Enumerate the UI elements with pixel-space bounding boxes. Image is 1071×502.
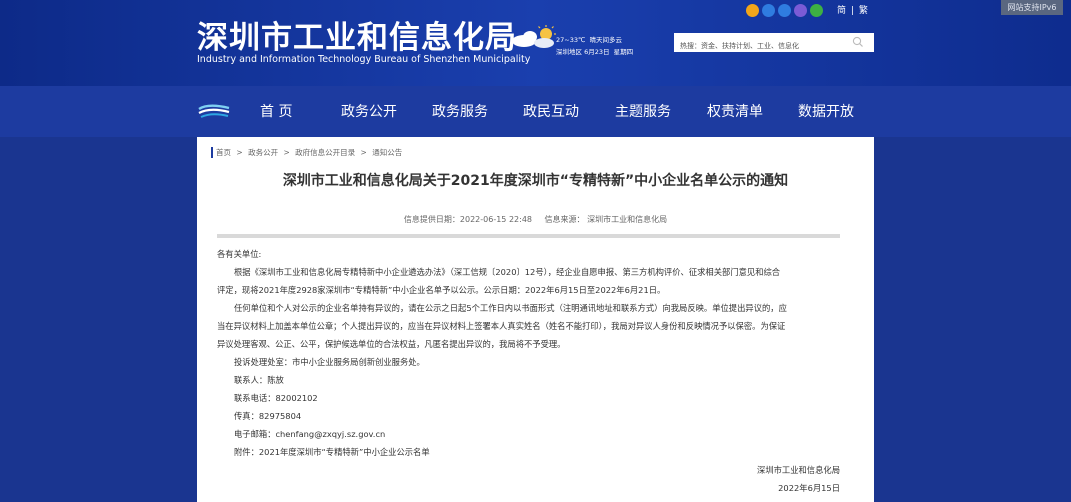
contact-fax: 传真：82975804 bbox=[234, 411, 302, 421]
search-box bbox=[674, 33, 874, 56]
lang-simplified[interactable]: 简 bbox=[837, 6, 846, 16]
divider bbox=[217, 234, 840, 238]
breadcrumb-separator: > bbox=[236, 148, 243, 157]
nav-interaction[interactable]: 政民互动 bbox=[523, 101, 579, 121]
language-switch: 简 | 繁 bbox=[836, 3, 869, 16]
lang-traditional[interactable]: 繁 bbox=[859, 6, 868, 16]
weibo-icon[interactable] bbox=[762, 3, 775, 17]
nav-power-list[interactable]: 权责清单 bbox=[707, 101, 763, 121]
nav-home[interactable]: 首 页 bbox=[260, 101, 292, 121]
signer: 深圳市工业和信息化局 bbox=[757, 465, 840, 475]
article-meta: 信息提供日期：2022-06-15 22:48 信息来源： 深圳市工业和信息化局 bbox=[197, 214, 874, 225]
weather-temp: 27~33℃ 晴天间多云 bbox=[556, 36, 622, 44]
article-title: 深圳市工业和信息化局关于2021年度深圳市“专精特新”中小企业名单公示的通知 bbox=[282, 173, 789, 189]
main-nav: 首 页 政务公开 政务服务 政民互动 主题服务 权责清单 数据开放 bbox=[0, 86, 1071, 137]
weather-date: 深圳地区 6月23日 星期四 bbox=[556, 48, 634, 56]
sign-date: 2022年6月15日 bbox=[778, 483, 840, 493]
wechat-icon[interactable] bbox=[810, 3, 823, 17]
article-date: 信息提供日期：2022-06-15 22:48 bbox=[403, 215, 532, 224]
mobile-icon[interactable] bbox=[794, 3, 807, 17]
paragraph-line: 任何单位和个人对公示的企业名单持有异议的，请在公示之日起5个工作日内以书面形式（… bbox=[234, 303, 787, 313]
accessibility-icon[interactable] bbox=[746, 3, 759, 17]
breadcrumb: 首页 > 政务公开 > 政府信息公开目录 > 通知公告 bbox=[211, 147, 405, 158]
nav-gov-affairs-open[interactable]: 政务公开 bbox=[341, 101, 397, 121]
nav-theme-services[interactable]: 主题服务 bbox=[615, 101, 671, 121]
lang-separator: | bbox=[850, 6, 854, 16]
nav-gov-services[interactable]: 政务服务 bbox=[432, 101, 488, 121]
search-input[interactable] bbox=[674, 36, 844, 56]
paragraph-line: 评定，现将2021年度2928家深圳市“专精特新”中小企业名单予以公示。公示日期… bbox=[217, 285, 666, 295]
attachment-link[interactable]: 附件：2021年度深圳市“专精特新”中小企业公示名单 bbox=[217, 443, 842, 461]
breadcrumb-home[interactable]: 首页 bbox=[216, 148, 231, 157]
article-body: 各有关单位: 根据《深圳市工业和信息化局专精特新中小企业遴选办法》（深工信规〔2… bbox=[217, 245, 842, 497]
breadcrumb-separator: > bbox=[283, 148, 290, 157]
site-title[interactable]: 深圳市工业和信息化局 bbox=[197, 12, 517, 57]
contact-phone: 联系电话：82002102 bbox=[234, 393, 318, 403]
complaint-office: 投诉处理处室：市中小企业服务局创新创业服务处。 bbox=[234, 357, 425, 367]
salutation: 各有关单位: bbox=[217, 249, 262, 259]
paragraph-line: 异议处理客观、公正、公平，保护候选单位的合法权益，凡匿名提出异议的，我局将不予受… bbox=[217, 339, 566, 349]
weather-icon bbox=[512, 25, 556, 48]
mail-icon[interactable] bbox=[778, 3, 791, 17]
search-icon[interactable] bbox=[852, 36, 864, 48]
contact-email: 电子邮箱：chenfang@zxqyj.sz.gov.cn bbox=[234, 429, 386, 439]
ipv6-badge: 网站支持IPv6 bbox=[1001, 0, 1063, 15]
article-source: 信息来源： 深圳市工业和信息化局 bbox=[544, 215, 668, 224]
breadcrumb-notices[interactable]: 通知公告 bbox=[372, 148, 402, 157]
breadcrumb-gov-open[interactable]: 政务公开 bbox=[248, 148, 278, 157]
paragraph-line: 根据《深圳市工业和信息化局专精特新中小企业遴选办法》（深工信规〔2020〕12号… bbox=[234, 267, 781, 277]
site-header: 深圳市工业和信息化局 Industry and Information Tech… bbox=[0, 0, 1071, 86]
top-icons bbox=[746, 3, 823, 17]
nav-logo-icon[interactable] bbox=[198, 103, 230, 119]
nav-open-data[interactable]: 数据开放 bbox=[798, 101, 854, 121]
article-panel: 首页 > 政务公开 > 政府信息公开目录 > 通知公告 深圳市工业和信息化局关于… bbox=[197, 137, 874, 502]
site-subtitle-en: Industry and Information Technology Bure… bbox=[197, 54, 531, 65]
breadcrumb-separator: > bbox=[360, 148, 367, 157]
paragraph-line: 当在异议材料上加盖本单位公章；个人提出异议的，应当在异议材料上签署本人真实姓名（… bbox=[217, 321, 786, 331]
breadcrumb-catalog[interactable]: 政府信息公开目录 bbox=[295, 148, 355, 157]
contact-person: 联系人：陈放 bbox=[234, 375, 284, 385]
